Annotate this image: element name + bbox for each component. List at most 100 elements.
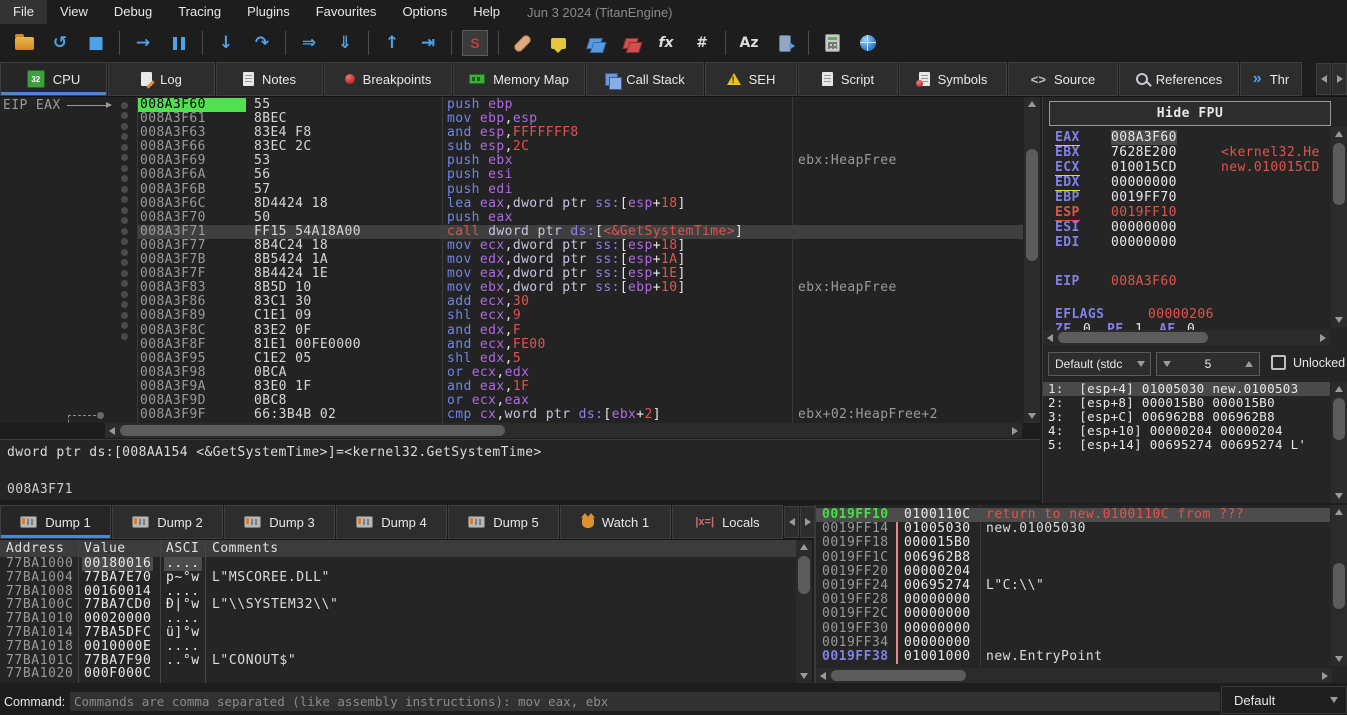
stack-value[interactable]: 00000000 [904, 622, 971, 636]
register-row-esi[interactable]: ESI00000000 [1043, 220, 1329, 235]
scrollbar-handle[interactable] [1333, 143, 1345, 205]
breakpoint-dot[interactable] [121, 301, 128, 308]
breakpoint-dot[interactable] [121, 280, 128, 287]
stack-row[interactable]: 0019FF2000000204 [816, 565, 1330, 579]
tab-symbols[interactable]: Symbols [899, 62, 1007, 96]
breakpoint-dot[interactable] [121, 322, 128, 329]
register-row-edi[interactable]: EDI00000000 [1043, 235, 1329, 250]
disasm-row[interactable]: 008A3F6383E4 F8and esp,FFFFFFF8 [138, 126, 1023, 140]
jit-button[interactable] [770, 28, 800, 58]
dump-tab-dump-4[interactable]: Dump 4 [336, 505, 447, 539]
dump-value[interactable]: 00020000 [84, 612, 151, 626]
disasm-row[interactable]: 008A3F6B57push edi [138, 183, 1023, 197]
breakpoint-dot[interactable] [121, 312, 128, 319]
stack-value[interactable]: 01005030 [904, 522, 971, 536]
dump-row[interactable]: 77BA101C77BA7F90..°wL"CONOUT$" [0, 654, 795, 668]
breakpoint-dot[interactable] [121, 112, 128, 119]
stack-row[interactable]: 0019FF2C00000000 [816, 607, 1330, 621]
scrollbar-handle[interactable] [1026, 149, 1038, 261]
scrollbar-handle[interactable] [1333, 563, 1345, 609]
disasm-row[interactable]: 008A3F8F81E1 00FE0000and ecx,FE00 [138, 338, 1023, 352]
register-value[interactable]: 00000206 [1148, 307, 1214, 322]
breakpoint-dot[interactable] [121, 186, 128, 193]
stack-row[interactable]: 0019FF1C006962B8 [816, 551, 1330, 565]
disassembly-panel[interactable]: EIP EAX 008A3F6055push ebp008A3F618BECmo… [0, 97, 1040, 423]
register-row-ebp[interactable]: EBP0019FF70 [1043, 190, 1329, 205]
arguments-vscrollbar[interactable] [1331, 382, 1347, 503]
register-row-edx[interactable]: EDX00000000 [1043, 175, 1329, 190]
breakpoint-dot[interactable] [121, 196, 128, 203]
patch-button[interactable] [507, 28, 537, 58]
dump-tab-dump-3[interactable]: Dump 3 [224, 505, 335, 539]
open-file-button[interactable] [9, 28, 39, 58]
dump-row[interactable]: 77BA100000180016.... [0, 557, 795, 571]
dump-row[interactable]: 77BA101477BA5DFCü]°w [0, 626, 795, 640]
step-over-button[interactable]: ↷ [247, 28, 277, 58]
menu-item-help[interactable]: Help [460, 0, 513, 24]
dump-tab-watch-1[interactable]: Watch 1 [560, 505, 671, 539]
tab-script[interactable]: Script [798, 62, 898, 96]
breakpoint-dot[interactable] [121, 133, 128, 140]
disasm-row[interactable]: 008A3F9A83E0 1Fand eax,1F [138, 380, 1023, 394]
breakpoint-dot[interactable] [121, 291, 128, 298]
stack-row[interactable]: 0019FF3000000000 [816, 622, 1330, 636]
dump-value[interactable]: 0010000E [84, 640, 151, 654]
dump-row[interactable]: 77BA1020000F000C [0, 667, 795, 681]
scrollbar-handle[interactable] [798, 556, 810, 594]
register-row-eflags[interactable]: EFLAGS00000206 [1043, 307, 1329, 322]
menu-item-plugins[interactable]: Plugins [234, 0, 303, 24]
hide-fpu-button[interactable]: Hide FPU [1049, 101, 1331, 126]
dump-rows[interactable]: 77BA100000180016....77BA100477BA7E70p~°w… [0, 557, 795, 681]
tab-cpu[interactable]: 32CPU [0, 62, 107, 96]
stack-vscrollbar[interactable] [1331, 505, 1347, 666]
disasm-row[interactable]: 008A3F9F66:3B4B 02cmp cx,word ptr ds:[eb… [138, 408, 1023, 422]
label-button[interactable] [579, 28, 609, 58]
breakpoint-dot[interactable] [121, 270, 128, 277]
register-row-esp[interactable]: ESP0019FF10 [1043, 205, 1329, 220]
dump-header-asci[interactable]: ASCI [166, 541, 199, 556]
pause-button[interactable] [164, 28, 194, 58]
stack-row[interactable]: 0019FF2400695274L"C:\\" [816, 579, 1330, 593]
dump-value[interactable]: 00160014 [84, 585, 151, 599]
disasm-row[interactable]: 008A3F838B5D 10mov ebx,dword ptr ss:[ebp… [138, 281, 1023, 295]
register-row-ebx[interactable]: EBX7628E200<kernel32.He [1043, 145, 1329, 160]
dump-header-address[interactable]: Address [6, 541, 64, 556]
stack-value[interactable]: 006962B8 [904, 551, 971, 565]
disasm-row[interactable]: 008A3F618BECmov ebp,esp [138, 112, 1023, 126]
stack-value[interactable]: 0100110C [904, 508, 971, 522]
tab-memory-map[interactable]: Memory Map [453, 62, 585, 96]
breakpoint-dot[interactable] [121, 217, 128, 224]
stack-value[interactable]: 00000204 [904, 565, 971, 579]
tab-references[interactable]: References [1119, 62, 1239, 96]
dump-header-comments[interactable]: Comments [212, 541, 279, 556]
restart-button[interactable]: ↺ [45, 28, 75, 58]
breakpoint-dot[interactable] [121, 102, 128, 109]
dump-row[interactable]: 77BA10180010000E.... [0, 640, 795, 654]
breakpoint-dot[interactable] [121, 207, 128, 214]
registers-panel[interactable]: Hide FPU EAX008A3F60EBX7628E200<kernel32… [1042, 97, 1347, 347]
disasm-row[interactable]: 008A3F6055push ebp [138, 98, 1023, 112]
register-value[interactable]: 7628E200 [1111, 145, 1177, 160]
disasm-row[interactable]: 008A3F71FF15 54A18A00call dword ptr ds:[… [138, 225, 1023, 239]
disasm-row[interactable]: 008A3F95C1E2 05shl edx,5 [138, 352, 1023, 366]
argument-row[interactable]: 5: [esp+14] 00695274 00695274 L' [1043, 438, 1330, 452]
register-row-eip[interactable]: EIP008A3F60 [1043, 274, 1329, 289]
disasm-row[interactable]: 008A3F980BCAor ecx,edx [138, 366, 1023, 380]
breakpoint-dot[interactable] [121, 123, 128, 130]
menu-item-favourites[interactable]: Favourites [303, 0, 390, 24]
register-row-ecx[interactable]: ECX010015CDnew.010015CD [1043, 160, 1329, 175]
register-value[interactable]: 0019FF10 [1111, 205, 1177, 220]
disasm-row[interactable]: 008A3F9D0BC8or ecx,eax [138, 394, 1023, 408]
register-rows[interactable]: EAX008A3F60EBX7628E200<kernel32.HeECX010… [1043, 130, 1329, 337]
breakpoint-dot[interactable] [121, 144, 128, 151]
scrollbar-handle[interactable] [120, 425, 505, 436]
register-value[interactable]: 010015CD [1111, 160, 1177, 175]
stack-value[interactable]: 000015B0 [904, 536, 971, 550]
stack-rows[interactable]: 0019FF100100110Creturn to new.0100110C f… [816, 508, 1330, 664]
menu-item-debug[interactable]: Debug [101, 0, 165, 24]
argument-row[interactable]: 4: [esp+10] 00000204 00000204 [1043, 424, 1330, 438]
disasm-row[interactable]: 008A3F6683EC 2Csub esp,2C [138, 140, 1023, 154]
dump-value[interactable]: 77BA7CD0 [84, 598, 151, 612]
tab-log[interactable]: Log [108, 62, 215, 96]
command-input[interactable] [70, 692, 1220, 711]
